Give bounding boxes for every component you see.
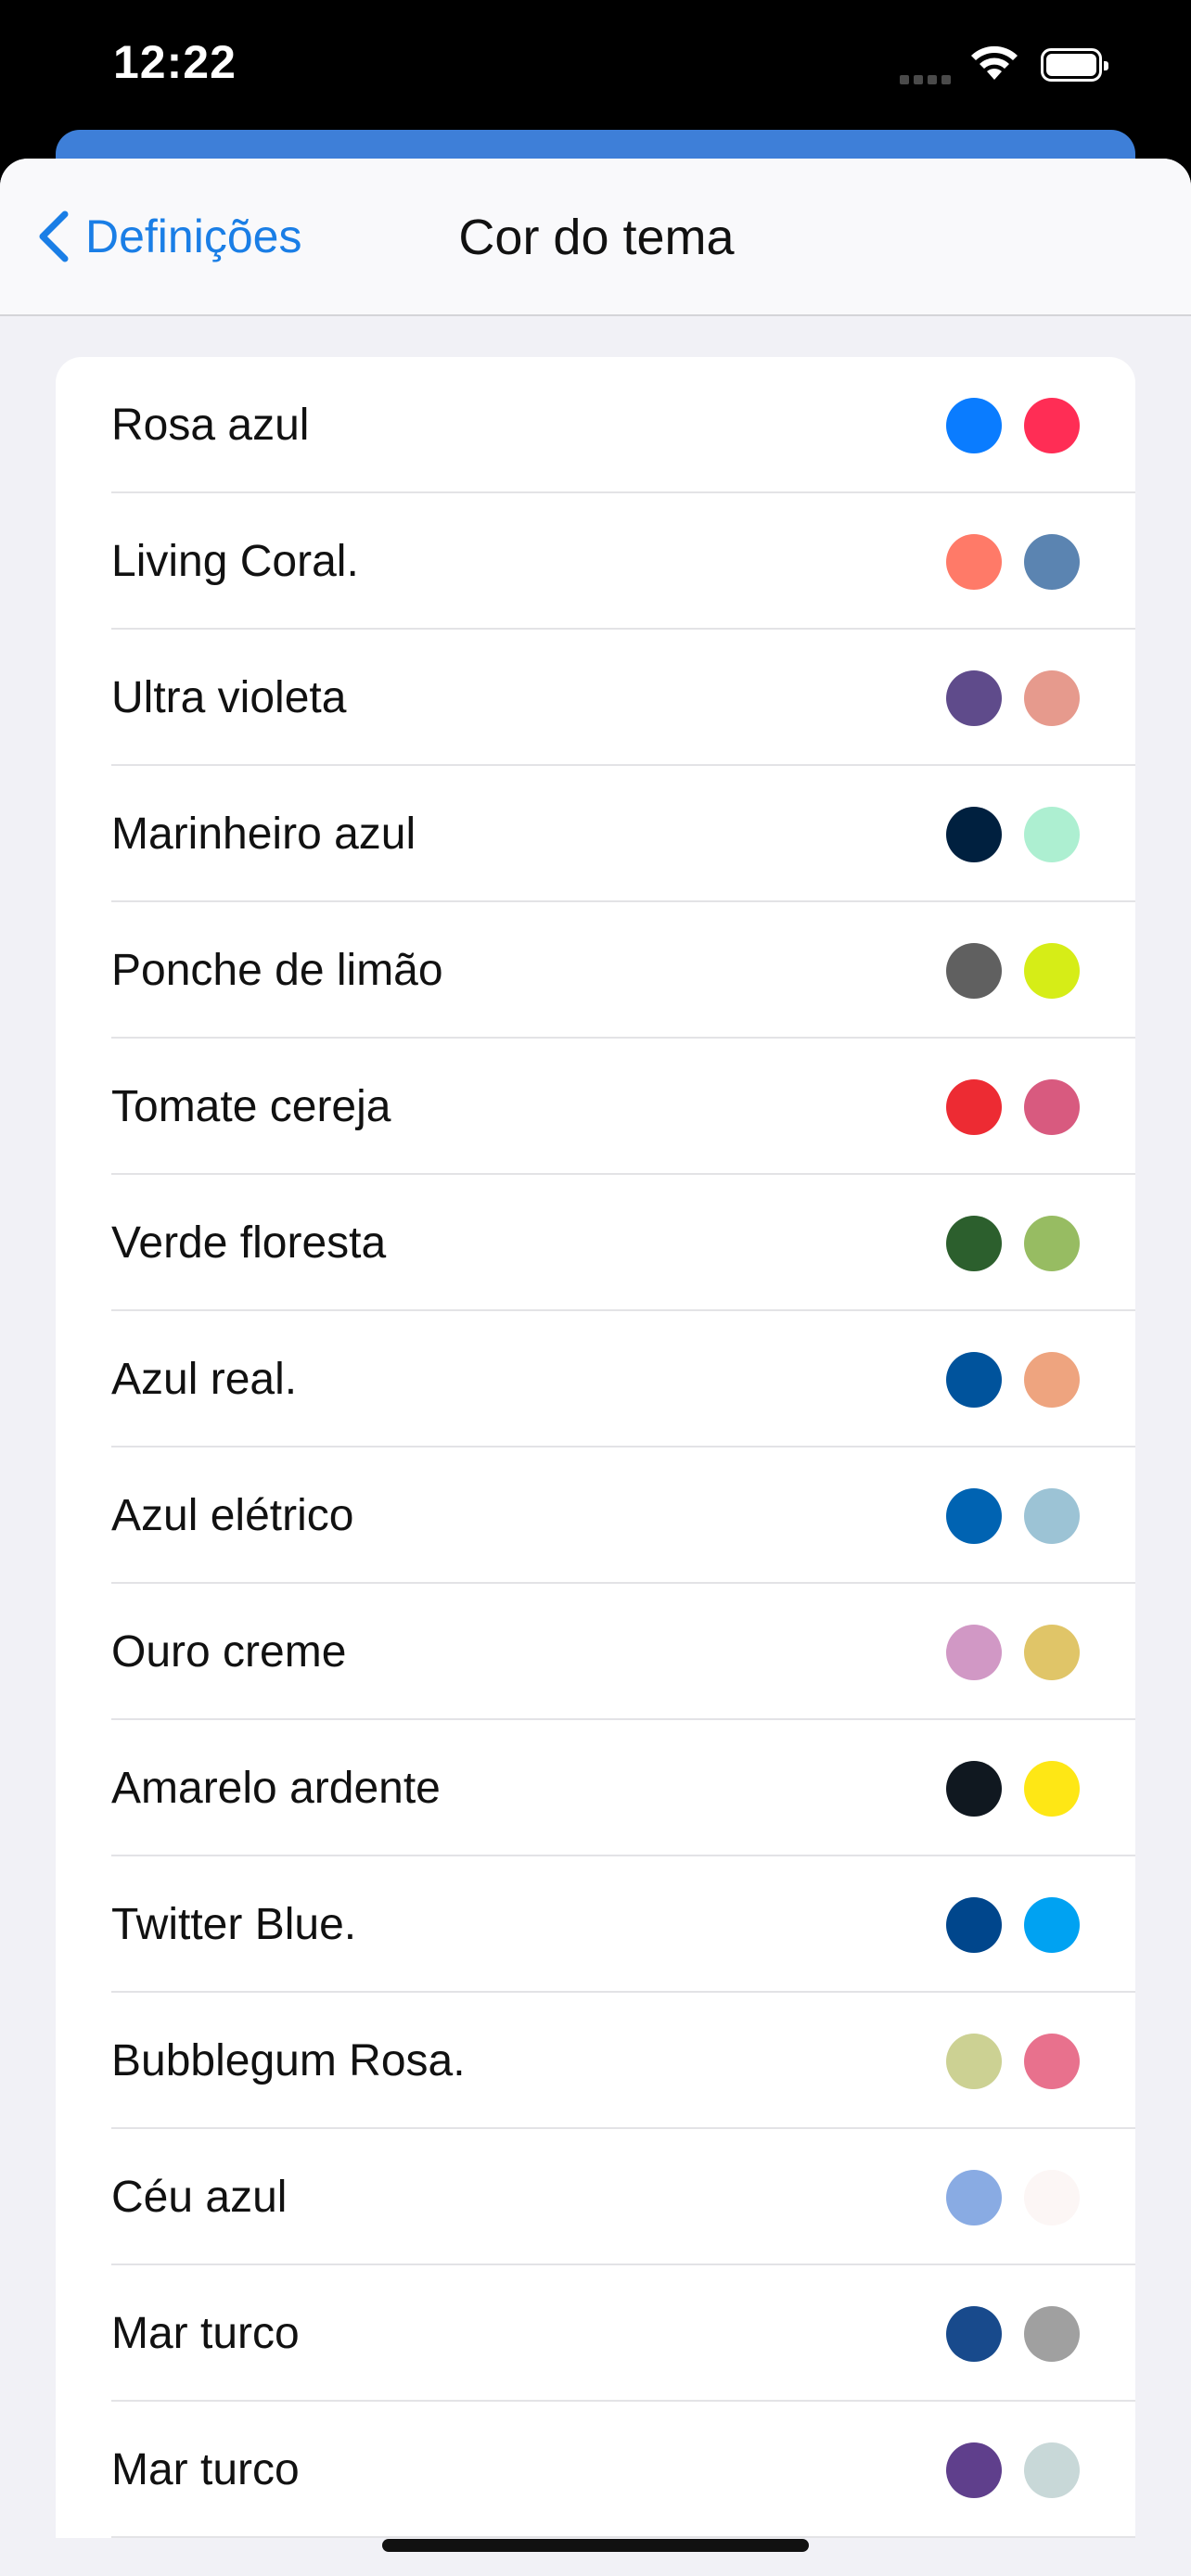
theme-name: Marinheiro azul bbox=[111, 810, 416, 859]
primary-color-swatch bbox=[946, 2306, 1002, 2362]
secondary-color-swatch bbox=[1024, 2034, 1080, 2089]
theme-option[interactable]: Tomate cereja bbox=[56, 1039, 1135, 1175]
status-bar: 12:22 bbox=[0, 0, 1191, 139]
theme-name: Céu azul bbox=[111, 2173, 288, 2222]
theme-option[interactable]: Ponche de limão bbox=[56, 902, 1135, 1039]
primary-color-swatch bbox=[946, 1625, 1002, 1680]
theme-name: Bubblegum Rosa. bbox=[111, 2036, 466, 2085]
primary-color-swatch bbox=[946, 670, 1002, 726]
wifi-icon bbox=[971, 45, 1018, 80]
secondary-color-swatch bbox=[1024, 2306, 1080, 2362]
primary-color-swatch bbox=[946, 1216, 1002, 1271]
secondary-color-swatch bbox=[1024, 1897, 1080, 1953]
secondary-color-swatch bbox=[1024, 1079, 1080, 1135]
battery-icon bbox=[1041, 48, 1108, 82]
secondary-color-swatch bbox=[1024, 807, 1080, 862]
theme-option[interactable]: Azul real. bbox=[56, 1311, 1135, 1447]
secondary-color-swatch bbox=[1024, 1761, 1080, 1817]
theme-name: Ultra violeta bbox=[111, 673, 347, 722]
theme-option[interactable]: Verde floresta bbox=[56, 1175, 1135, 1311]
theme-name: Ponche de limão bbox=[111, 946, 443, 995]
theme-option[interactable]: Amarelo ardente bbox=[56, 1720, 1135, 1856]
primary-color-swatch bbox=[946, 2170, 1002, 2225]
theme-name: Verde floresta bbox=[111, 1218, 387, 1268]
theme-name: Azul real. bbox=[111, 1355, 298, 1404]
secondary-color-swatch bbox=[1024, 398, 1080, 453]
secondary-color-swatch bbox=[1024, 1352, 1080, 1408]
theme-name: Mar turco bbox=[111, 2309, 300, 2358]
theme-option[interactable]: Ouro creme bbox=[56, 1584, 1135, 1720]
theme-name: Azul elétrico bbox=[111, 1491, 354, 1540]
primary-color-swatch bbox=[946, 807, 1002, 862]
theme-option[interactable]: Azul elétrico bbox=[56, 1447, 1135, 1584]
secondary-color-swatch bbox=[1024, 2442, 1080, 2498]
theme-option[interactable]: Céu azul bbox=[56, 2129, 1135, 2265]
primary-color-swatch bbox=[946, 1079, 1002, 1135]
theme-color-list: Rosa azul Living Coral. Ultra violeta Marin… bbox=[56, 357, 1135, 2538]
secondary-color-swatch bbox=[1024, 670, 1080, 726]
theme-option[interactable]: Ultra violeta bbox=[56, 630, 1135, 766]
secondary-color-swatch bbox=[1024, 1488, 1080, 1544]
primary-color-swatch bbox=[946, 1488, 1002, 1544]
primary-color-swatch bbox=[946, 2442, 1002, 2498]
primary-color-swatch bbox=[946, 1761, 1002, 1817]
cellular-signal-icon bbox=[900, 72, 955, 89]
secondary-color-swatch bbox=[1024, 943, 1080, 999]
theme-name: Living Coral. bbox=[111, 537, 359, 586]
theme-option[interactable]: Bubblegum Rosa. bbox=[56, 1993, 1135, 2129]
theme-option[interactable]: Mar turco bbox=[56, 2265, 1135, 2402]
status-time: 12:22 bbox=[113, 36, 237, 88]
primary-color-swatch bbox=[946, 943, 1002, 999]
theme-name: Mar turco bbox=[111, 2445, 300, 2494]
primary-color-swatch bbox=[946, 398, 1002, 453]
theme-name: Amarelo ardente bbox=[111, 1764, 441, 1813]
secondary-color-swatch bbox=[1024, 2170, 1080, 2225]
home-indicator bbox=[382, 2539, 809, 2552]
primary-color-swatch bbox=[946, 1352, 1002, 1408]
theme-name: Twitter Blue. bbox=[111, 1900, 357, 1949]
theme-name: Ouro creme bbox=[111, 1627, 347, 1677]
navigation-bar: Definições Cor do tema bbox=[0, 159, 1191, 316]
primary-color-swatch bbox=[946, 2034, 1002, 2089]
secondary-color-swatch bbox=[1024, 1625, 1080, 1680]
secondary-color-swatch bbox=[1024, 534, 1080, 590]
secondary-color-swatch bbox=[1024, 1216, 1080, 1271]
theme-option[interactable]: Mar turco bbox=[56, 2402, 1135, 2538]
modal-sheet: Definições Cor do tema Rosa azul Living C… bbox=[0, 159, 1191, 2576]
theme-option[interactable]: Marinheiro azul bbox=[56, 766, 1135, 902]
primary-color-swatch bbox=[946, 1897, 1002, 1953]
primary-color-swatch bbox=[946, 534, 1002, 590]
page-title: Cor do tema bbox=[458, 210, 735, 265]
theme-name: Tomate cereja bbox=[111, 1082, 391, 1131]
theme-option[interactable]: Rosa azul bbox=[56, 357, 1135, 493]
theme-option[interactable]: Living Coral. bbox=[56, 493, 1135, 630]
theme-option[interactable]: Twitter Blue. bbox=[56, 1856, 1135, 1993]
theme-name: Rosa azul bbox=[111, 401, 310, 450]
